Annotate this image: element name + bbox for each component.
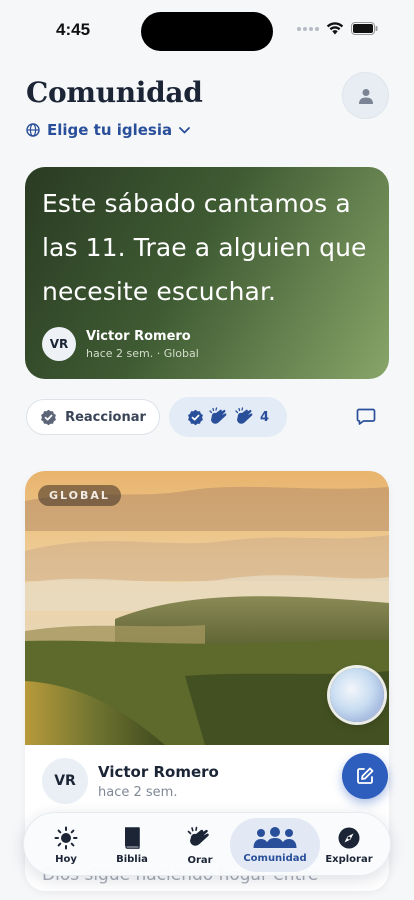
edit-icon [357,767,374,784]
bible-icon [125,826,140,849]
tab-label: Hoy [55,853,77,865]
verified-badge-icon [41,409,56,425]
reaction-count: 4 [259,409,270,425]
post-author: VR Victor Romero hace 2 sem. [42,758,219,804]
compose-button[interactable] [342,753,388,799]
tab-hoy[interactable]: Hoy [44,813,88,877]
user-icon [358,88,373,104]
tab-label: Comunidad [243,852,307,864]
status-icons [297,22,378,35]
react-button[interactable]: Reaccionar [26,399,160,435]
praying-hands-icon [187,826,209,846]
quote-author: VR Victor Romero hace 2 sem. · Global [42,327,199,361]
post-meta: hace 2 sem. · Global [86,346,199,360]
verified-badge-icon [188,409,203,425]
status-bar: 4:45 [0,0,414,60]
avatar: VR [42,758,88,804]
chevron-down-icon [179,126,191,133]
scope-tag: GLOBAL [38,485,121,506]
church-selector-label: Elige tu iglesia [47,121,173,139]
tab-explorar[interactable]: Explorar [324,813,374,877]
page-title: Comunidad [26,76,203,109]
assistant-orb[interactable] [330,668,384,722]
clapping-hands-icon [209,407,227,424]
quote-text: Este sábado cantamos a las 11. Trae a al… [42,189,367,306]
church-selector[interactable]: Elige tu iglesia [26,121,191,139]
profile-button[interactable] [342,72,389,119]
tab-label: Biblia [116,853,148,865]
quote-post-card[interactable]: Este sábado cantamos a las 11. Trae a al… [25,167,389,379]
sun-icon [54,826,78,849]
tab-label: Orar [187,854,213,866]
react-button-label: Reaccionar [65,409,146,425]
author-name: Victor Romero [98,762,219,781]
author-name: Victor Romero [86,328,191,344]
compass-icon [338,827,360,848]
wifi-icon [326,22,344,35]
status-time: 4:45 [56,20,91,39]
clapping-hands-icon [235,407,253,424]
dynamic-island [141,12,273,51]
tab-comunidad[interactable]: Comunidad [230,818,320,872]
avatar: VR [42,327,76,361]
signal-dots-icon [297,26,319,31]
tab-orar[interactable]: Orar [178,813,222,877]
comment-icon[interactable] [355,407,377,427]
globe-icon [26,123,40,137]
post-time: hace 2 sem. [98,784,178,800]
reaction-summary[interactable]: 4 [169,397,287,437]
bottom-tab-bar: Hoy Biblia Orar Comunidad Explorar [23,812,391,876]
tab-label: Explorar [325,853,373,865]
tab-biblia[interactable]: Biblia [110,813,154,877]
battery-icon [351,22,378,35]
people-icon [253,826,297,848]
